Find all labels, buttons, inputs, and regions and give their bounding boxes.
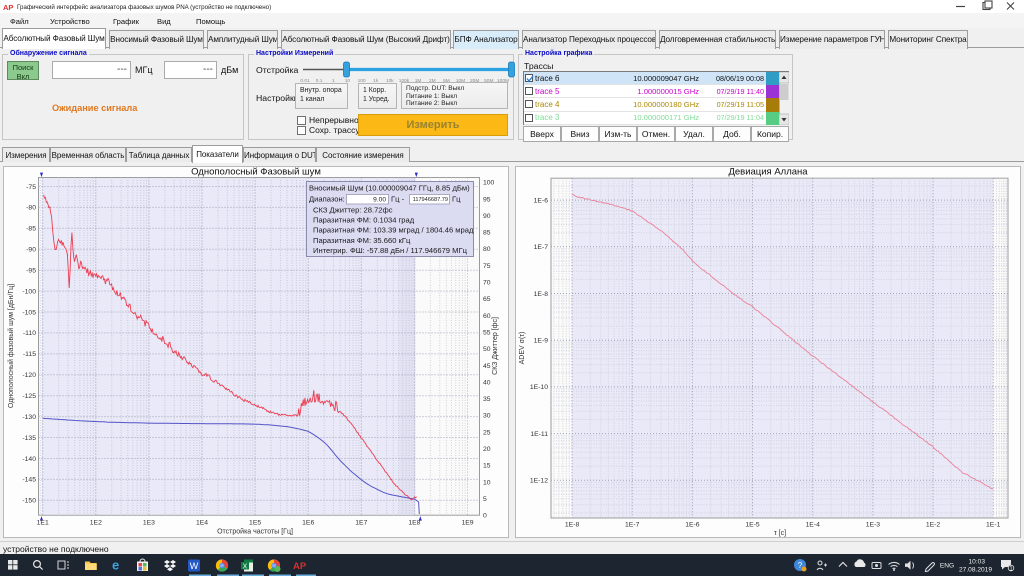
svg-text:Паразитная ФМ: 103.39 мград /: Паразитная ФМ: 103.39 мград / 1804.46 мр…	[313, 226, 474, 235]
svg-text:1E8: 1E8	[408, 520, 420, 527]
svg-text:-150: -150	[22, 498, 36, 505]
svg-text:100: 100	[483, 180, 495, 187]
svg-text:Гц -: Гц -	[391, 194, 405, 203]
svg-text:55: 55	[483, 329, 491, 336]
svg-text:1E-6: 1E-6	[534, 197, 549, 204]
svg-text:1E-1: 1E-1	[986, 522, 1001, 529]
svg-text:СКЗ Джиттер: 28.72фс: СКЗ Джиттер: 28.72фс	[313, 205, 393, 214]
svg-text:-100: -100	[22, 288, 36, 295]
svg-text:-105: -105	[22, 309, 36, 316]
svg-text:1E-9: 1E-9	[534, 338, 549, 345]
svg-text:X: X	[243, 563, 248, 570]
svg-text:-140: -140	[22, 456, 36, 463]
svg-text:Девиация Аллана: Девиация Аллана	[728, 167, 808, 178]
svg-text:10: 10	[483, 479, 491, 486]
svg-text:10:03: 10:03	[968, 559, 985, 566]
svg-text:Паразитная ФМ: 35.660 кГц: Паразитная ФМ: 35.660 кГц	[313, 236, 411, 245]
svg-text:1E7: 1E7	[355, 520, 367, 527]
svg-text:1E-12: 1E-12	[530, 478, 548, 485]
svg-text:1E-4: 1E-4	[806, 522, 821, 529]
svg-text:1E2: 1E2	[90, 520, 102, 527]
svg-text:τ [с]: τ [с]	[774, 530, 786, 537]
svg-text:1E1: 1E1	[37, 520, 49, 527]
svg-text:0: 0	[483, 513, 487, 520]
svg-text:1E6: 1E6	[302, 520, 314, 527]
svg-text:W: W	[190, 561, 199, 571]
svg-text:-80: -80	[26, 205, 36, 212]
svg-text:Отстройка частоты [Гц]: Отстройка частоты [Гц]	[217, 528, 293, 536]
svg-text:-75: -75	[26, 184, 36, 191]
svg-text:1E-5: 1E-5	[745, 522, 760, 529]
svg-text:1E5: 1E5	[249, 520, 261, 527]
svg-text:1E9: 1E9	[461, 520, 473, 527]
svg-text:30: 30	[483, 413, 491, 420]
svg-text:1E4: 1E4	[196, 520, 208, 527]
svg-text:40: 40	[483, 379, 491, 386]
svg-text:-120: -120	[22, 372, 36, 379]
svg-text:Вносимый Шум (10.000009047 ГГц: Вносимый Шум (10.000009047 ГГц, 8.85 дБм…	[309, 184, 470, 193]
svg-text:ENG: ENG	[940, 563, 954, 570]
svg-text:80: 80	[483, 246, 491, 253]
svg-text:50: 50	[483, 346, 491, 353]
svg-text:20: 20	[483, 446, 491, 453]
svg-text:35: 35	[483, 396, 491, 403]
svg-text:27.08.2019: 27.08.2019	[959, 567, 992, 574]
svg-text:45: 45	[483, 363, 491, 370]
svg-text:1E-2: 1E-2	[926, 522, 941, 529]
svg-text:1E-3: 1E-3	[866, 522, 881, 529]
svg-text:1E-11: 1E-11	[530, 431, 548, 438]
svg-text:-125: -125	[22, 393, 36, 400]
svg-text:5: 5	[483, 496, 487, 503]
svg-text:117946687.79: 117946687.79	[413, 197, 448, 203]
svg-text:Гц: Гц	[452, 194, 461, 203]
svg-text:-85: -85	[26, 226, 36, 233]
svg-text:95: 95	[483, 196, 491, 203]
svg-text:70: 70	[483, 280, 491, 287]
svg-text:-110: -110	[23, 330, 36, 337]
svg-text:1E-7: 1E-7	[534, 244, 549, 251]
svg-text:75: 75	[483, 263, 491, 270]
svg-text:Однополосный Фазовый шум: Однополосный Фазовый шум	[191, 167, 321, 178]
svg-text:e: e	[112, 558, 119, 573]
svg-text:-130: -130	[22, 414, 36, 421]
svg-text:25: 25	[483, 429, 491, 436]
svg-text:-115: -115	[23, 351, 36, 358]
svg-text:65: 65	[483, 296, 491, 303]
svg-text:-95: -95	[26, 268, 36, 275]
svg-text:Диапазон:: Диапазон:	[309, 194, 345, 203]
svg-text:1E-7: 1E-7	[625, 522, 640, 529]
svg-text:1E-6: 1E-6	[685, 522, 700, 529]
svg-text:ADEV σ(τ): ADEV σ(τ)	[519, 332, 526, 365]
svg-text:-145: -145	[22, 477, 36, 484]
svg-text:1E-8: 1E-8	[565, 522, 580, 529]
svg-text:85: 85	[483, 230, 491, 237]
svg-text:Однополосный фазовый шум [дБн/: Однополосный фазовый шум [дБн/Гц]	[7, 284, 15, 408]
svg-text:1E-8: 1E-8	[534, 291, 549, 298]
svg-text:-90: -90	[26, 247, 36, 254]
svg-text:90: 90	[483, 213, 491, 220]
svg-text:1E3: 1E3	[143, 520, 155, 527]
svg-text:-135: -135	[22, 435, 36, 442]
svg-text:Интегрир. ФШ: -57.88 дБн / 117: Интегрир. ФШ: -57.88 дБн / 117.946679 МГ…	[313, 246, 468, 255]
svg-text:СКЗ Джиттер [фс]: СКЗ Джиттер [фс]	[492, 317, 499, 375]
svg-text:Паразитная ФМ: 0.1034 град: Паразитная ФМ: 0.1034 град	[313, 216, 415, 225]
svg-text:15: 15	[483, 463, 491, 470]
svg-text:1E-10: 1E-10	[530, 384, 548, 391]
svg-text:AP: AP	[293, 561, 307, 572]
svg-text:9.00: 9.00	[373, 196, 386, 203]
svg-text:60: 60	[483, 313, 491, 320]
